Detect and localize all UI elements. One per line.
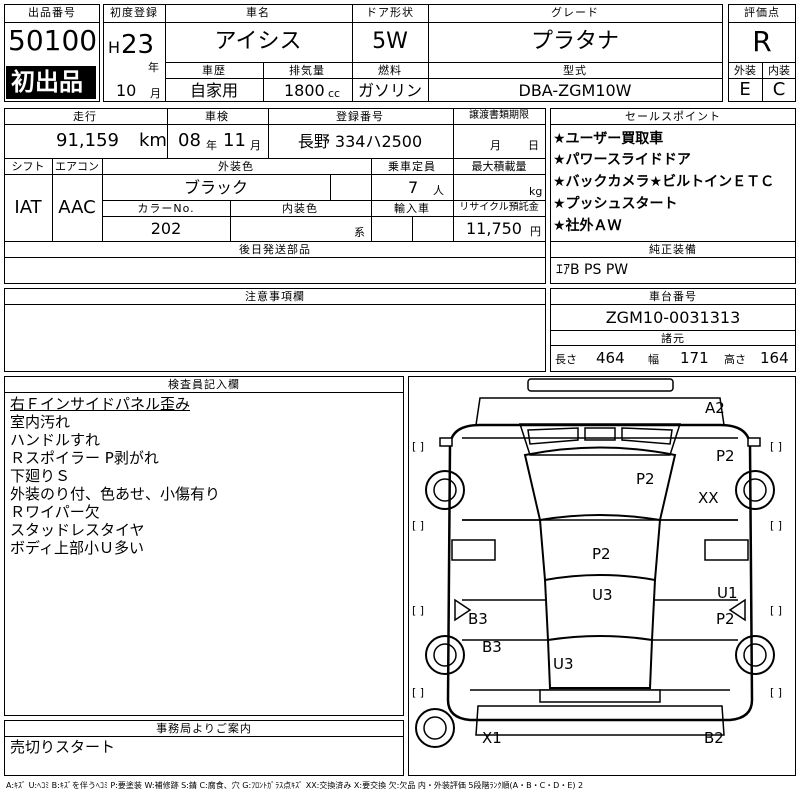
bracket: [ ] (770, 686, 783, 699)
bracket: [ ] (412, 686, 425, 699)
damage-mark: U1 (717, 584, 738, 602)
bracket: [ ] (412, 440, 425, 453)
damage-mark: A2 (705, 399, 725, 417)
damage-mark: U3 (592, 586, 613, 604)
bracket: [ ] (412, 604, 425, 617)
damage-mark: B3 (468, 610, 488, 628)
bracket: [ ] (770, 440, 783, 453)
damage-mark: B3 (482, 638, 502, 656)
car-diagram (415, 378, 775, 748)
bracket: [ ] (770, 604, 783, 617)
damage-mark: U3 (553, 655, 574, 673)
damage-mark: P2 (592, 545, 611, 563)
damage-mark: B2 (704, 729, 724, 747)
damage-mark: X1 (482, 729, 502, 747)
damage-mark: P2 (636, 470, 655, 488)
bracket: [ ] (770, 519, 783, 532)
legend: A:ｷｽﾞ U:ﾍｺﾐ B:ｷｽﾞを伴うﾍｺﾐ P:要塗装 W:補修跡 S:錆 … (6, 781, 584, 790)
damage-mark: P2 (716, 610, 735, 628)
bracket: [ ] (412, 519, 425, 532)
damage-mark: XX (698, 489, 719, 507)
damage-mark: P2 (716, 447, 735, 465)
